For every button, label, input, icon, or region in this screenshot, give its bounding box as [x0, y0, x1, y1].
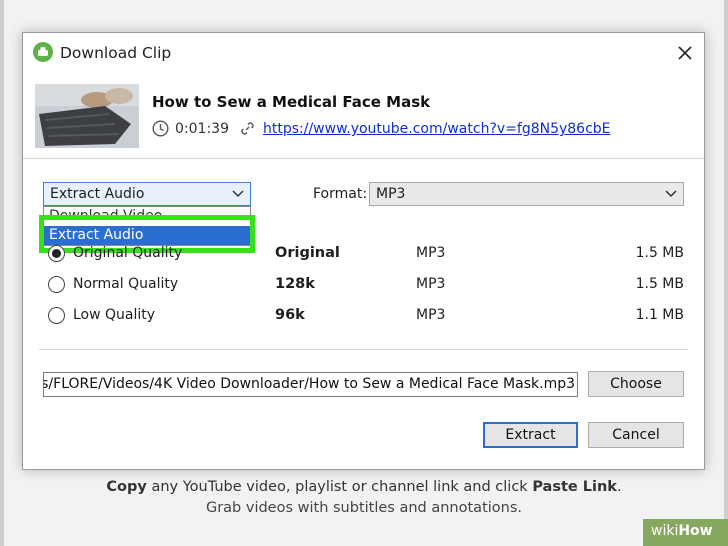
quality-radio-original[interactable]: [48, 245, 65, 262]
choose-button[interactable]: Choose: [588, 371, 684, 397]
video-info-panel: How to Sew a Medical Face Mask 0:01:39 h…: [23, 73, 704, 159]
quality-bitrate: Original: [275, 245, 340, 261]
link-icon: [241, 122, 254, 135]
format-label: Format:: [313, 186, 368, 202]
video-duration: 0:01:39: [175, 121, 229, 137]
quality-option-original[interactable]: Original Quality Original MP3 1.5 MB: [23, 243, 704, 267]
save-path-input[interactable]: C:/Users/FLORE/Videos/4K Video Downloade…: [43, 372, 578, 397]
quality-option-low[interactable]: Low Quality 96k MP3 1.1 MB: [23, 305, 704, 329]
quality-size: 1.5 MB: [635, 276, 684, 292]
hint-paste-link-word: Paste Link: [532, 479, 617, 495]
mode-dropdown-list: Download Video Extract Audio: [43, 206, 251, 246]
dialog-title: Download Clip: [60, 44, 172, 62]
background-hint-line1: Copy any YouTube video, playlist or chan…: [0, 479, 728, 495]
quality-name: Low Quality: [73, 307, 156, 323]
video-title: How to Sew a Medical Face Mask: [152, 93, 431, 111]
quality-format: MP3: [416, 245, 446, 261]
app-logo-icon: [33, 42, 53, 62]
dialog-titlebar: Download Clip: [23, 33, 704, 73]
divider: [39, 349, 688, 350]
quality-format: MP3: [416, 276, 446, 292]
video-thumbnail: [35, 84, 139, 148]
hint-copy-word: Copy: [106, 479, 147, 495]
quality-option-normal[interactable]: Normal Quality 128k MP3 1.5 MB: [23, 274, 704, 298]
format-dropdown[interactable]: MP3: [369, 182, 684, 206]
mode-dropdown-value: Extract Audio: [50, 186, 145, 202]
dropdown-option-download-video[interactable]: Download Video: [44, 207, 250, 226]
save-path-value: C:/Users/FLORE/Videos/4K Video Downloade…: [43, 376, 575, 392]
close-icon[interactable]: [673, 41, 697, 65]
quality-size: 1.1 MB: [635, 307, 684, 323]
chevron-down-icon: [232, 190, 244, 198]
quality-format: MP3: [416, 307, 446, 323]
watermark-part1: wiki: [651, 523, 679, 539]
quality-bitrate: 128k: [275, 276, 315, 292]
chevron-down-icon: [665, 190, 677, 198]
wikihow-watermark: wikiHow: [643, 519, 728, 546]
quality-bitrate: 96k: [275, 307, 305, 323]
format-dropdown-value: MP3: [376, 186, 406, 202]
background-hint-line2: Grab videos with subtitles and annotatio…: [205, 500, 523, 516]
watermark-part2: How: [678, 523, 713, 539]
quality-name: Original Quality: [73, 245, 183, 261]
hint-period: .: [616, 479, 622, 495]
download-clip-dialog: Download Clip How to Sew a Medical Face …: [22, 32, 705, 470]
mode-dropdown[interactable]: Extract Audio: [43, 182, 251, 206]
clock-icon: [152, 120, 169, 137]
quality-radio-low[interactable]: [48, 307, 65, 324]
hint-middle-text: any YouTube video, playlist or channel l…: [146, 479, 533, 495]
cancel-button[interactable]: Cancel: [588, 422, 684, 448]
extract-button[interactable]: Extract: [483, 422, 578, 448]
quality-name: Normal Quality: [73, 276, 179, 292]
video-url-link[interactable]: https://www.youtube.com/watch?v=fg8N5y86…: [263, 121, 611, 137]
quality-size: 1.5 MB: [635, 245, 684, 261]
quality-radio-normal[interactable]: [48, 276, 65, 293]
